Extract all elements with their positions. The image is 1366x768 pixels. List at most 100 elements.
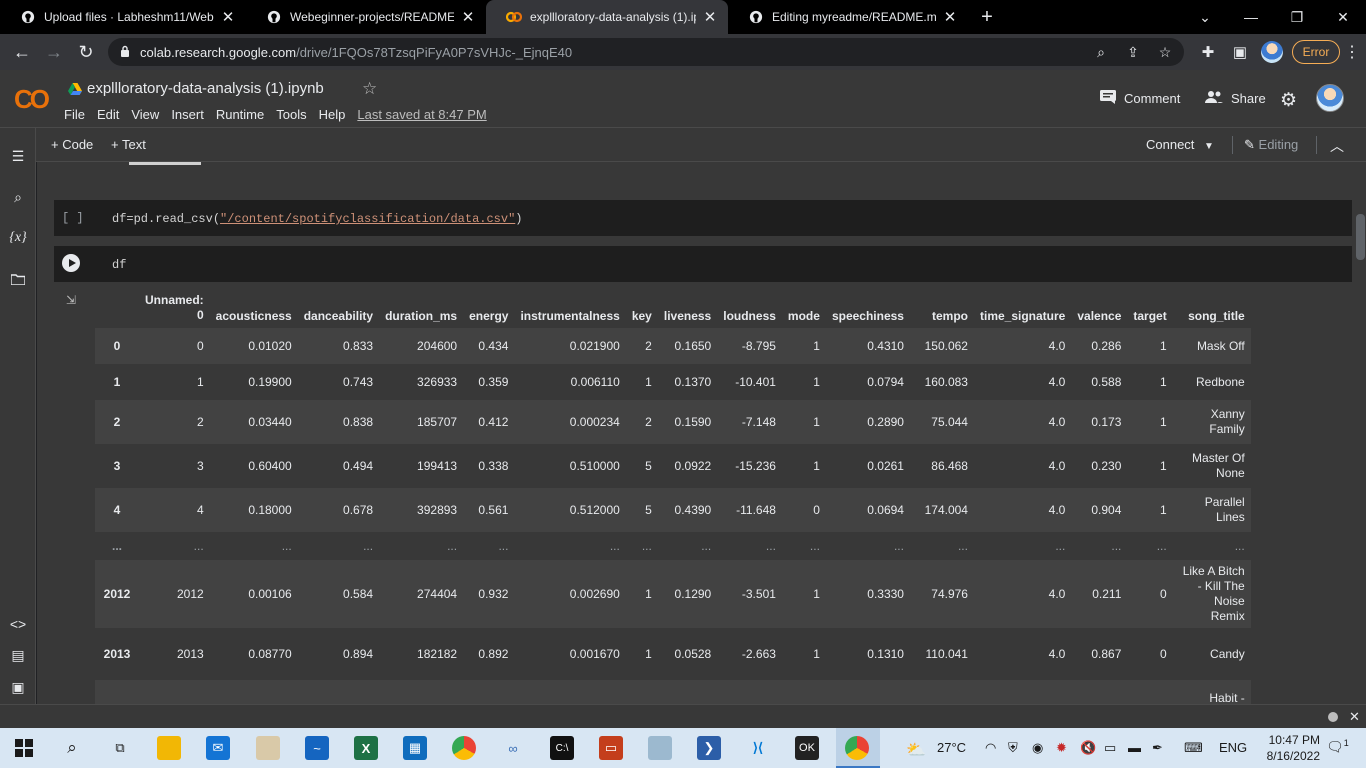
task-view-icon[interactable]: ⧉ [108,736,132,760]
profile-avatar[interactable] [1261,41,1283,63]
command-palette-icon[interactable]: ▤ [0,647,36,664]
colab-logo[interactable]: CO [14,84,50,115]
network-icon[interactable]: ◠ [985,740,996,756]
menu-tools[interactable]: Tools [276,107,306,122]
add-text-cell-button[interactable]: + Text [111,137,146,152]
volume-muted-icon[interactable]: 🔇 [1080,740,1096,756]
close-icon[interactable]: ✕ [1349,709,1360,725]
address-bar[interactable]: colab.research.google.com/drive/1FQOs78T… [108,38,1184,66]
browser-tab-1[interactable]: Upload files · Labheshm11/Webe ✕ [0,0,246,34]
table-cell: Candy [1210,646,1245,661]
table-cell: 0.743 [343,375,374,389]
code-cell-read-csv[interactable]: [ ] df=pd.read_csv("/content/spotifyclas… [54,200,1352,236]
menu-help[interactable]: Help [319,107,346,122]
search-icon[interactable]: ⌕ [0,189,36,206]
app-icon[interactable] [256,736,280,760]
account-avatar[interactable] [1316,84,1344,112]
files-folder-icon[interactable] [0,272,36,288]
menu-runtime[interactable]: Runtime [216,107,264,122]
code-cell-df[interactable]: df [54,246,1352,282]
colab-icon [506,9,522,25]
app-icon[interactable] [648,736,672,760]
close-tab-icon[interactable]: ✕ [220,8,236,26]
notebook-title[interactable]: expllloratory-data-analysis (1).ipynb [87,80,324,97]
dataframe-output: Unnamed: 0 acousticness danceability dur… [95,292,1251,704]
forward-icon[interactable]: → [42,40,66,64]
extensions-icon[interactable]: ✚ [1197,41,1219,63]
bookmark-star-icon[interactable]: ☆ [1156,43,1174,61]
command-prompt-icon[interactable]: C:\ [550,736,574,760]
browser-menu-icon[interactable]: ⋮ [1342,40,1362,64]
new-tab-icon[interactable]: + [976,6,998,29]
code-snippets-icon[interactable]: <> [0,616,36,632]
terminal-icon[interactable]: ▣ [0,679,36,696]
browser-tab-4[interactable]: Editing myreadme/README.md ✕ [728,0,968,34]
search-icon[interactable]: ⌕ [60,736,84,760]
browser-tab-3-active[interactable]: expllloratory-data-analysis (1).ipy ✕ [486,0,728,34]
battery-icon[interactable]: ▬ [1128,740,1141,755]
browser-tab-2[interactable]: Webeginner-projects/README.m ✕ [246,0,486,34]
excel-icon[interactable]: X [354,736,378,760]
output-actions-icon[interactable]: ⇲ [66,293,76,307]
whiteboard-icon[interactable]: ~ [305,736,329,760]
menu-insert[interactable]: Insert [171,107,204,122]
editing-mode-button[interactable]: ✎ Editing [1244,137,1298,153]
share-page-icon[interactable]: ⇪ [1124,43,1142,61]
keyboard-icon[interactable]: ⌨ [1184,740,1203,756]
powerpoint-icon[interactable]: ▭ [599,736,623,760]
camera-icon[interactable]: ◉ [1032,740,1043,756]
last-saved-link[interactable]: Last saved at 8:47 PM [357,107,486,122]
star-icon[interactable]: ☆ [362,79,377,99]
weather-icon[interactable]: ⛅ [906,740,926,760]
share-button[interactable]: Share [1205,90,1266,106]
close-tab-icon[interactable]: ✕ [460,8,476,26]
menu-edit[interactable]: Edit [97,107,119,122]
zoom-icon[interactable]: ⌕ [1092,43,1110,61]
gear-icon[interactable]: ⚙ [1280,89,1297,112]
variables-icon[interactable]: {x} [0,230,36,246]
run-cell-icon[interactable] [62,254,80,272]
table-cell: 0.001670 [569,647,620,661]
chrome-icon-active[interactable] [845,736,869,760]
antivirus-icon[interactable]: ✹ [1056,740,1067,756]
menu-file[interactable]: File [64,107,85,122]
error-button[interactable]: Error [1292,40,1340,64]
chevron-up-icon[interactable]: ︿ [1330,136,1344,156]
windows-start-icon[interactable] [12,736,36,760]
close-tab-icon[interactable]: ✕ [702,8,718,26]
powershell-icon[interactable]: ❯ [697,736,721,760]
add-code-cell-button[interactable]: + Code [51,137,93,152]
menu-view[interactable]: View [131,107,159,122]
app-icon[interactable]: ∞ [501,736,525,760]
language-indicator[interactable]: ENG [1219,740,1247,755]
temperature[interactable]: 27°C [937,740,966,755]
close-window-icon[interactable]: ✕ [1320,0,1366,34]
restore-icon[interactable]: ❐ [1274,0,1320,34]
reload-icon[interactable]: ↻ [74,40,98,64]
mail-icon[interactable]: ✉ [206,736,230,760]
cell-code[interactable]: df [112,258,126,272]
shield-icon[interactable]: ⛨ [1008,740,1018,756]
table-cell: 0.286 [1091,339,1122,353]
comment-button[interactable]: Comment [1100,90,1180,107]
back-icon[interactable]: ← [10,40,34,64]
pen-icon[interactable]: ✒ [1152,740,1163,756]
vscode-icon[interactable]: ⟩⟨ [746,736,770,760]
table-cell: 0.4390 [674,503,712,517]
minimize-icon[interactable]: — [1228,0,1274,34]
chrome-icon[interactable] [452,736,476,760]
close-tab-icon[interactable]: ✕ [942,8,958,26]
vertical-scrollbar[interactable] [1356,214,1365,260]
side-panel-icon[interactable]: ▣ [1229,41,1251,63]
google-drive-icon[interactable] [68,82,82,95]
notifications-icon[interactable]: 🗨1 [1326,738,1349,756]
connect-button[interactable]: Connect ▼ [1146,137,1214,152]
app-icon[interactable]: OK [795,736,819,760]
monitor-icon[interactable]: ▭ [1104,740,1116,756]
tab-search-icon[interactable]: ⌄ [1182,0,1228,34]
store-icon[interactable]: ▦ [403,736,427,760]
clock[interactable]: 10:47 PM 8/16/2022 [1262,732,1320,764]
cell-code[interactable]: df=pd.read_csv("/content/spotifyclassifi… [112,212,522,226]
file-explorer-icon[interactable] [157,736,181,760]
table-of-contents-icon[interactable]: ☰ [0,148,36,165]
